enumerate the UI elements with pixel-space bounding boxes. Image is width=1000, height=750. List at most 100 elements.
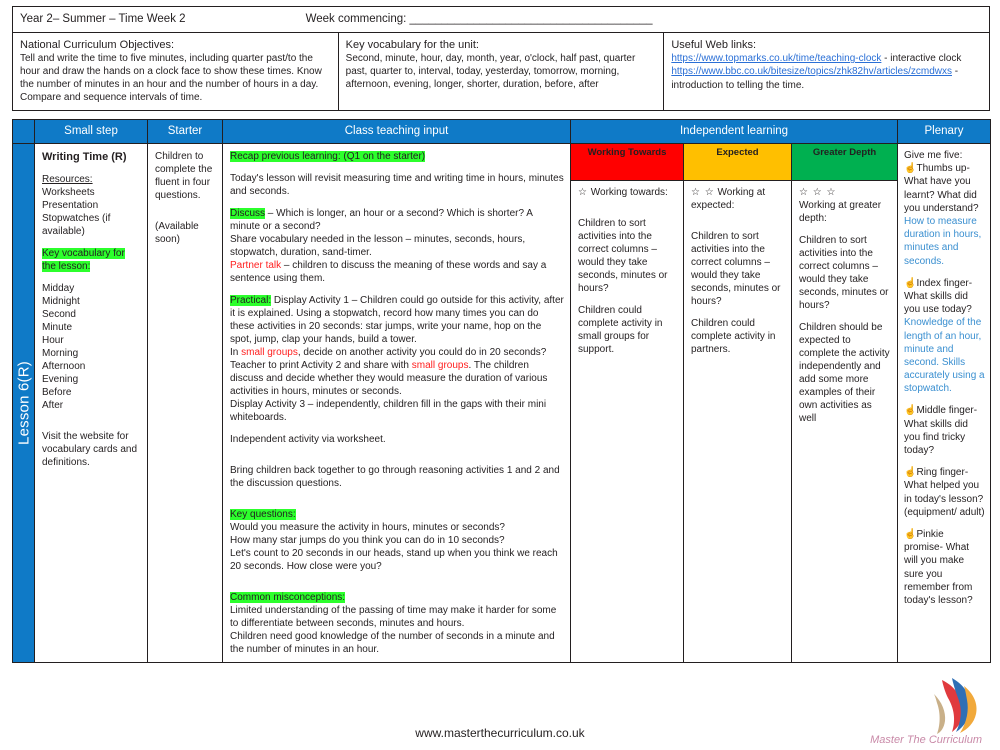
partner-talk-block: Partner talk – children to discuss the m… [230,259,564,285]
vocab-share-line: Share vocabulary needed in the lesson – … [230,234,526,259]
plenary-item: ☝Pinkie promise- What will you make sure… [904,528,985,607]
small-step-title: Writing Time (R) [42,151,127,164]
plenary-question: Thumbs up- What have you learnt? What di… [904,163,979,214]
lesson-vocabulary-heading: Key vocabulary for the lesson: [42,248,125,273]
hand-icon: ☝ [904,405,917,417]
master-the-curriculum-logo [934,678,977,734]
key-questions-heading: Key questions: [230,509,296,521]
grid-header-row: Small step Starter Class teaching input … [12,119,992,145]
key-questions-list: Would you measure the activity in hours,… [230,522,558,573]
key-vocabulary-cell: Key vocabulary for the unit: Second, min… [337,31,665,112]
partner-talk-label: Partner talk [230,260,282,272]
band-sub-heading-row: ☆ ☆ ☆ Working at greater depth: [799,186,891,225]
small-step-cell: Writing Time (R) Resources: Worksheets P… [34,143,148,664]
band-body-primary: Children to sort activities into the cor… [799,234,889,311]
page-title: Year 2– Summer – Time Week 2 [20,13,186,25]
discuss-heading: Discuss [230,208,266,220]
small-groups-line: In small groups, decide on another activ… [230,346,564,359]
band-body-primary: Children to sort activities into the cor… [691,230,781,307]
star-rating-icon: ☆ ☆ [691,186,715,198]
activity2-line: Teacher to print Activity 2 and share wi… [230,359,564,398]
web-link-bbc-bitesize[interactable]: https://www.bbc.co.uk/bitesize/topics/zh… [671,66,952,77]
band-body-secondary: Children could complete activity in part… [691,317,776,355]
misconceptions-list: Limited understanding of the passing of … [230,605,557,656]
resources-heading: Resources: [42,174,93,186]
practical-body: Display Activity 1 – Children could go o… [230,295,564,346]
web-link-topmarks[interactable]: https://www.topmarks.co.uk/time/teaching… [671,53,881,64]
independent-cell-working-towards: ☆ Working towards: Children to sort acti… [570,179,684,664]
web-links-cell: Useful Web links: https://www.topmarks.c… [663,31,990,112]
info-row: National Curriculum Objectives: Tell and… [12,31,990,112]
recap-body: Today's lesson will revisit measuring ti… [230,173,564,198]
hand-icon: ☝ [904,467,917,479]
discuss-block: Discuss – Which is longer, an hour or a … [230,207,564,233]
key-vocabulary-body: Second, minute, hour, day, month, year, … [345,53,636,91]
starter-availability: (Available soon) [155,221,199,246]
independent-activity-line: Independent activity via worksheet. [230,434,386,446]
plenary-answer: How to measure duration in hours, minute… [904,216,982,267]
column-header-starter: Starter [147,119,223,145]
activity2-small-groups-label: small groups [411,360,469,372]
hand-icon: ☝ [904,528,917,540]
recap-heading: Recap previous learning: (Q1 on the star… [230,151,426,163]
lesson-spine-label: Lesson 6(R) [15,361,32,446]
nc-objectives-body: Tell and write the time to five minutes,… [20,53,322,104]
small-groups-post: , decide on another activity you could d… [297,347,547,359]
band-body-secondary: Children should be expected to complete … [799,321,890,424]
nc-objectives-heading: National Curriculum Objectives: [20,39,175,51]
starter-cell: Children to complete the fluent in four … [147,143,223,664]
practical-block: Practical: Display Activity 1 – Children… [230,294,564,346]
header-info-table: Year 2– Summer – Time Week 2 Week commen… [12,6,990,112]
independent-cell-expected: ☆ ☆ Working at expected: Children to sor… [683,179,792,664]
activity3-line: Display Activity 3 – independently, chil… [230,399,547,424]
spine-header [12,119,35,145]
starter-text: Children to complete the fluent in four … [155,151,213,202]
lesson-row: Lesson 6(R) Writing Time (R) Resources: … [12,143,992,664]
band-sub-heading: Working towards: [590,186,668,198]
band-header-working-towards: Working Towards [570,143,684,181]
band-sub-heading: Working at greater depth: [799,199,882,224]
web-link-topmarks-desc: - interactive clock [881,53,962,65]
plenary-item: ☝Index finger- What skills did you use t… [904,277,985,396]
activity2-pre: Teacher to print Activity 2 and share wi… [230,360,412,372]
hand-icon: ☝ [904,163,917,175]
column-header-independent-learning: Independent learning [569,119,899,145]
plenary-item: ☝Ring finger- What helped you in today's… [904,466,985,519]
bring-back-line: Bring children back together to go throu… [230,465,560,490]
practical-heading: Practical: [230,295,272,307]
class-teaching-input-cell: Recap previous learning: (Q1 on the star… [222,143,571,664]
band-body-secondary: Children could complete activity in smal… [578,304,663,355]
vocabulary-footnote: Visit the website for vocabulary cards a… [42,431,138,469]
band-body-primary: Children to sort activities into the cor… [578,217,668,294]
plenary-intro: Give me five: [904,150,963,162]
resources-list: Worksheets Presentation Stopwatches (if … [42,187,111,238]
band-header-expected: Expected [683,143,792,181]
plenary-item: ☝Thumbs up- What have you learnt? What d… [904,162,985,268]
lesson-vocabulary-words: Midday Midnight Second Minute Hour Morni… [42,283,86,412]
plenary-question: Pinkie promise- What will you make sure … [904,528,973,606]
web-link-row: https://www.bbc.co.uk/bitesize/topics/zh… [671,65,982,92]
band-header-greater-depth: Greater Depth [790,143,899,181]
week-commencing-field: Week commencing: _______________________… [305,13,653,25]
title-row: Year 2– Summer – Time Week 2 Week commen… [12,6,990,33]
web-link-row: https://www.topmarks.co.uk/time/teaching… [671,52,982,65]
misconceptions-heading: Common misconceptions: [230,592,346,604]
star-rating-icon: ☆ ☆ ☆ [799,186,837,198]
plenary-cell: Give me five: ☝Thumbs up- What have you … [897,143,992,664]
footer-website: www.masterthecurriculum.co.uk [415,726,585,740]
plenary-answer: Knowledge of the length of an hour, minu… [904,317,985,395]
nc-objectives-cell: National Curriculum Objectives: Tell and… [12,31,339,112]
lesson-grid: Small step Starter Class teaching input … [12,119,992,664]
small-groups-pre: In [230,347,242,359]
independent-cell-greater-depth: ☆ ☆ ☆ Working at greater depth: Children… [790,179,899,664]
plenary-item: ☝Middle finger- What skills did you find… [904,404,985,457]
plenary-question: Ring finger- What helped you in today's … [904,467,985,518]
column-header-class-teaching-input: Class teaching input [222,119,571,145]
star-rating-icon: ☆ [578,186,588,198]
column-header-small-step: Small step [34,119,148,145]
band-sub-heading-row: ☆ ☆ Working at expected: [691,186,785,212]
small-groups-label: small groups [241,347,298,359]
discuss-body: – Which is longer, an hour or a second? … [230,208,533,233]
band-sub-heading-row: ☆ Working towards: [578,186,677,199]
web-links-heading: Useful Web links: [671,39,757,51]
